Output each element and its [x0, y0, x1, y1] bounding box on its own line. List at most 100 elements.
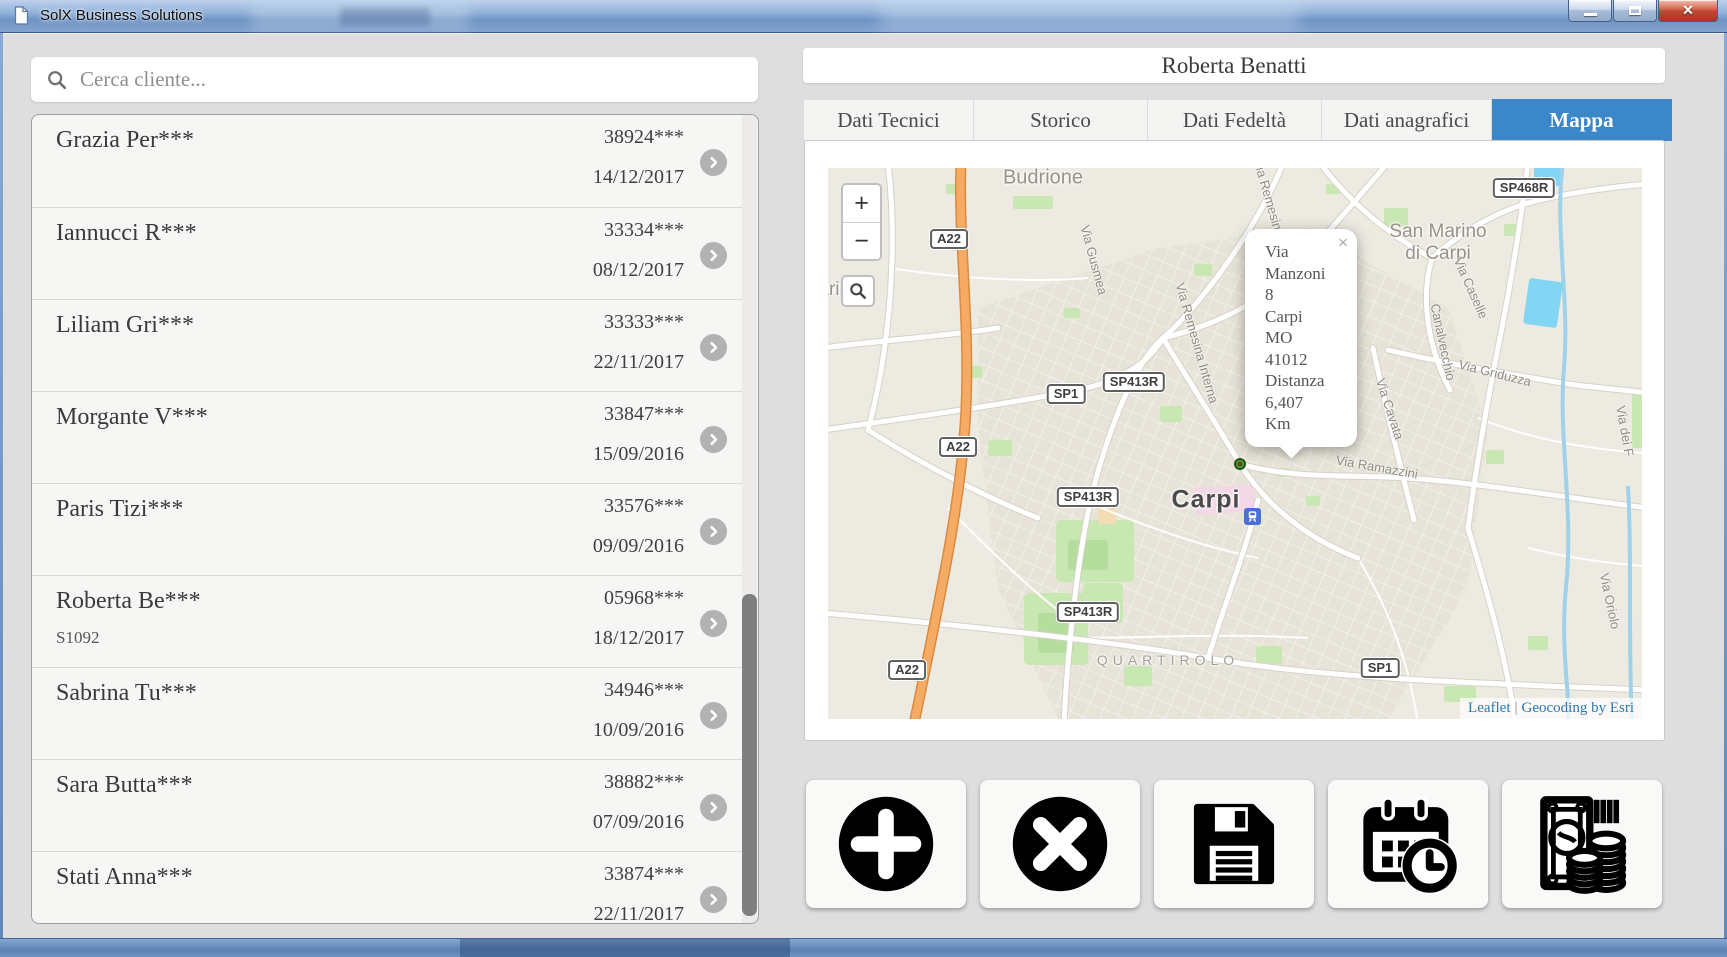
customer-last-date: 15/09/2016 [593, 443, 684, 466]
customer-list-item[interactable]: Stati Anna*** 33874*** 22/11/2017 [32, 851, 742, 924]
customer-open-button[interactable] [700, 610, 727, 637]
map-card: BudrioneSan Marinodi CarpiCarpiQUARTIROL… [804, 140, 1665, 741]
customer-open-button[interactable] [700, 242, 727, 269]
minimize-button[interactable] [1568, 0, 1612, 22]
customer-last-date: 09/09/2016 [593, 535, 684, 558]
customer-name: Stati Anna*** [56, 864, 193, 891]
search-icon [848, 281, 868, 301]
window-title: SolX Business Solutions [40, 7, 203, 24]
aero-glass-reflection [880, 2, 1300, 32]
customer-name: Grazia Per*** [56, 127, 194, 154]
app-document-icon [14, 6, 29, 30]
popup-line: MO [1265, 327, 1349, 349]
customer-open-button[interactable] [700, 702, 727, 729]
tab-dati-tecnici[interactable]: Dati Tecnici [803, 99, 974, 141]
map-attribution: Leaflet|Geocoding by Esri [1460, 698, 1642, 719]
customer-number: 33576*** [604, 495, 684, 518]
customer-open-button[interactable] [700, 426, 727, 453]
customer-last-date: 10/09/2016 [593, 719, 684, 742]
customer-name: Morgante V*** [56, 404, 208, 431]
search-input[interactable] [68, 57, 758, 102]
chevron-right-icon [705, 431, 722, 448]
aero-glass-reflection [460, 939, 790, 957]
close-button[interactable]: ✕ [1658, 0, 1718, 22]
customer-list-item[interactable]: Grazia Per*** 38924*** 14/12/2017 [32, 115, 742, 207]
customer-last-date: 22/11/2017 [594, 351, 684, 374]
attribution-separator: | [1511, 700, 1522, 716]
maximize-button[interactable] [1613, 0, 1657, 22]
map-geocoder-button[interactable] [841, 275, 875, 307]
popup-line: Km [1265, 413, 1349, 435]
tab-dati-fedeltà[interactable]: Dati Fedeltà [1148, 99, 1322, 141]
chevron-right-icon [705, 523, 722, 540]
zoom-in-button[interactable]: + [843, 185, 880, 222]
customer-last-date: 18/12/2017 [593, 627, 684, 650]
leaflet-link[interactable]: Leaflet [1468, 700, 1510, 716]
popup-close-icon[interactable]: × [1338, 233, 1348, 253]
tab-storico[interactable]: Storico [974, 99, 1148, 141]
customer-number: 38882*** [604, 771, 684, 794]
detail-tabs: Dati Tecnici Storico Dati Fedeltà Dati a… [803, 99, 1672, 141]
tab-mappa[interactable]: Mappa [1492, 99, 1672, 141]
popup-line: Distanza [1265, 370, 1349, 392]
tab-dati-anagrafici[interactable]: Dati anagrafici [1322, 99, 1492, 141]
chevron-right-icon [705, 247, 722, 264]
customer-last-date: 22/11/2017 [594, 903, 684, 924]
customer-open-button[interactable] [700, 149, 727, 176]
close-icon: ✕ [1682, 2, 1694, 19]
customer-last-date: 08/12/2017 [593, 259, 684, 282]
map-canvas[interactable]: BudrioneSan Marinodi CarpiCarpiQUARTIROL… [828, 168, 1642, 719]
customer-name: Sabrina Tu*** [56, 680, 197, 707]
customer-list-item[interactable]: Morgante V*** 33847*** 15/09/2016 [32, 391, 742, 483]
floppy-disk-icon [1182, 792, 1286, 896]
map-marker[interactable] [1234, 458, 1246, 470]
customer-open-button[interactable] [700, 518, 727, 545]
calendar-clock-icon [1356, 792, 1460, 896]
schedule-button[interactable] [1328, 780, 1488, 908]
map-popup: × ViaManzoni8CarpiMO41012Distanza6,407Km [1245, 229, 1357, 447]
x-circle-icon [1005, 789, 1115, 899]
add-button[interactable] [806, 780, 966, 908]
chevron-right-icon [705, 707, 722, 724]
customer-number: 33334*** [604, 219, 684, 242]
popup-line: Carpi [1265, 306, 1349, 328]
customer-number: 05968*** [604, 587, 684, 610]
esri-link[interactable]: Geocoding by Esri [1522, 700, 1634, 716]
customer-list: Grazia Per*** 38924*** 14/12/2017 Iannuc… [31, 114, 759, 924]
customer-list-item[interactable]: Liliam Gri*** 33333*** 22/11/2017 [32, 299, 742, 391]
save-button[interactable] [1154, 780, 1314, 908]
client-area: Grazia Per*** 38924*** 14/12/2017 Iannuc… [3, 33, 1724, 938]
popup-line: 8 [1265, 284, 1349, 306]
customer-list-item[interactable]: Roberta Be*** S1092 05968*** 18/12/2017 [32, 575, 742, 667]
customer-open-button[interactable] [700, 334, 727, 361]
customer-search-box [31, 57, 758, 102]
aero-glass-reflection [340, 8, 430, 26]
customer-list-item[interactable]: Iannucci R*** 33334*** 08/12/2017 [32, 207, 742, 299]
search-icon [46, 69, 68, 91]
chevron-right-icon [705, 799, 722, 816]
customer-last-date: 14/12/2017 [593, 166, 684, 189]
customer-open-button[interactable] [700, 886, 727, 913]
customer-number: 33874*** [604, 863, 684, 886]
client-name-header: Roberta Benatti [803, 48, 1665, 83]
payments-button[interactable] [1502, 780, 1662, 908]
customer-open-button[interactable] [700, 794, 727, 821]
minimize-icon [1584, 13, 1597, 16]
action-toolbar [806, 780, 1672, 908]
customer-name: Roberta Be*** [56, 588, 201, 615]
customer-list-item[interactable]: Sara Butta*** 38882*** 07/09/2016 [32, 759, 742, 851]
customer-name: Liliam Gri*** [56, 312, 194, 339]
map-zoom-control: + − [841, 183, 882, 261]
map-tiles [828, 168, 1642, 719]
scrollbar-thumb[interactable] [742, 594, 757, 916]
customer-name: Sara Butta*** [56, 772, 193, 799]
customer-number: 33333*** [604, 311, 684, 334]
customer-list-item[interactable]: Paris Tizi*** 33576*** 09/09/2016 [32, 483, 742, 575]
customer-list-item[interactable]: Sabrina Tu*** 34946*** 10/09/2016 [32, 667, 742, 759]
customer-last-date: 07/09/2016 [593, 811, 684, 834]
cancel-button[interactable] [980, 780, 1140, 908]
zoom-out-button[interactable]: − [843, 222, 880, 259]
chevron-right-icon [705, 615, 722, 632]
customer-code: S1092 [56, 628, 99, 648]
window-border-bottom [0, 938, 1727, 957]
